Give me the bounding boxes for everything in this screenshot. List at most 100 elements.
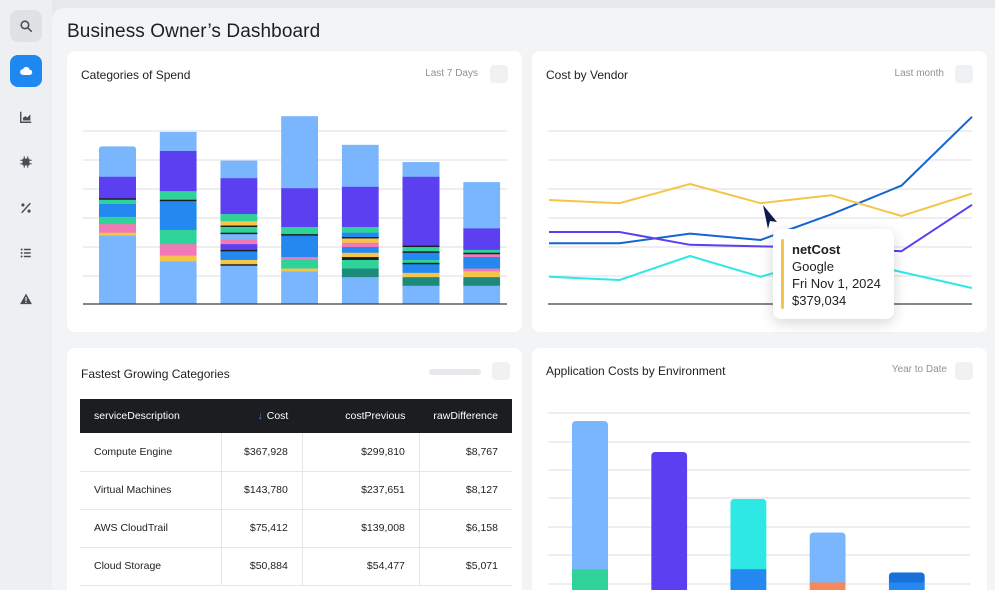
bar-segment xyxy=(159,150,197,192)
table-row[interactable]: Cloud Storage $50,884 $54,477 $5,071 xyxy=(80,547,512,586)
application-costs-chart xyxy=(548,412,970,590)
bar-segment xyxy=(220,160,258,179)
fastest-growing-table: serviceDescription ↓ Cost costPrevious ra… xyxy=(80,399,512,586)
bar-segment xyxy=(730,498,767,570)
bar-column[interactable] xyxy=(341,144,379,305)
bar-column[interactable] xyxy=(281,116,319,305)
bar-segment xyxy=(463,271,501,278)
bar-segment xyxy=(888,572,925,583)
bar-segment xyxy=(159,260,197,305)
sidebar-item-reports[interactable] xyxy=(10,101,42,133)
tooltip-series-color xyxy=(781,239,784,309)
sort-descending-icon: ↓ xyxy=(257,410,263,422)
bar-segment xyxy=(220,259,258,265)
bar-segment xyxy=(809,582,846,590)
bar-segment xyxy=(281,235,319,258)
table-row[interactable]: Virtual Machines $143,780 $237,651 $8,12… xyxy=(80,471,512,510)
bar-segment xyxy=(99,199,136,205)
bar-segment xyxy=(341,144,379,187)
table-row[interactable]: Compute Engine $367,928 $299,810 $8,767 xyxy=(80,433,512,472)
bar-segment xyxy=(463,253,501,258)
bar-segment xyxy=(159,243,197,256)
bar-segment xyxy=(220,177,258,215)
bar-segment xyxy=(341,276,379,305)
cell-service: Virtual Machines xyxy=(80,471,222,510)
card-menu-button[interactable] xyxy=(492,362,510,380)
bar-segment xyxy=(402,176,440,246)
bar-segment xyxy=(341,238,379,243)
bar-segment xyxy=(281,226,319,235)
bar-segment xyxy=(463,249,501,253)
tooltip-value: $379,034 xyxy=(792,293,847,308)
sidebar-item-compute[interactable] xyxy=(10,146,42,178)
bar-segment xyxy=(730,568,767,590)
bar-segment xyxy=(220,226,258,233)
bar-column[interactable] xyxy=(463,182,501,305)
series-line[interactable] xyxy=(548,255,973,289)
bar-segment xyxy=(402,259,440,263)
loading-placeholder xyxy=(429,369,481,375)
column-header-rawdifference[interactable]: rawDifference xyxy=(419,399,512,433)
bar-segment xyxy=(281,271,319,305)
categories-of-spend-card: Categories of Spend Last 7 Days xyxy=(67,51,522,332)
sidebar-item-alerts[interactable] xyxy=(10,283,42,315)
sidebar-item-list[interactable] xyxy=(10,237,42,269)
bar-segment xyxy=(99,235,136,305)
bar-segment xyxy=(220,233,258,240)
bar-segment xyxy=(888,582,925,590)
list-icon xyxy=(20,248,31,258)
cell-cost: $75,412 xyxy=(220,509,303,548)
bar-segment xyxy=(99,146,136,177)
bar-segment xyxy=(463,182,501,229)
bar-segment xyxy=(341,259,379,269)
bar-column[interactable] xyxy=(888,572,925,590)
series-line[interactable] xyxy=(549,116,973,245)
card-title: Fastest Growing Categories xyxy=(81,367,230,381)
cell-cost-previous: $54,477 xyxy=(301,547,420,586)
bar-segment xyxy=(281,116,319,189)
cloud-icon xyxy=(20,66,33,75)
bar-segment xyxy=(402,252,440,260)
sidebar-search-button[interactable] xyxy=(10,10,42,42)
cell-cost: $143,780 xyxy=(220,471,303,510)
bar-segment xyxy=(341,232,379,238)
bar-column[interactable] xyxy=(159,131,197,305)
bar-segment xyxy=(99,223,136,233)
cell-raw-difference: $8,767 xyxy=(418,433,512,472)
cell-raw-difference: $5,071 xyxy=(418,547,512,586)
cell-cost-previous: $299,810 xyxy=(301,433,420,472)
application-costs-card: Application Costs by Environment Year to… xyxy=(532,348,987,590)
page-title: Business Owner’s Dashboard xyxy=(67,21,321,42)
sidebar-item-discounts[interactable] xyxy=(10,192,42,224)
bar-column[interactable] xyxy=(99,146,136,305)
bar-segment xyxy=(341,226,379,233)
cell-cost-previous: $139,008 xyxy=(301,509,420,548)
bar-column[interactable] xyxy=(572,421,608,590)
cell-service: Cloud Storage xyxy=(80,547,222,586)
bar-segment xyxy=(159,229,197,245)
table-row[interactable]: AWS CloudTrail $75,412 $139,008 $6,158 xyxy=(80,509,512,548)
cell-raw-difference: $8,127 xyxy=(418,471,512,510)
bar-column[interactable] xyxy=(730,498,767,590)
bar-column[interactable] xyxy=(220,160,258,305)
chip-icon xyxy=(20,156,32,168)
bar-segment xyxy=(220,243,258,250)
series-line[interactable] xyxy=(549,203,973,253)
column-header-servicedescription[interactable]: serviceDescription xyxy=(80,399,221,433)
bar-segment xyxy=(402,285,440,305)
bar-segment xyxy=(463,228,501,250)
sidebar xyxy=(0,0,52,590)
bar-segment xyxy=(463,276,501,286)
bar-column[interactable] xyxy=(809,532,846,590)
cell-cost: $367,928 xyxy=(220,433,303,472)
sidebar-item-cloud[interactable] xyxy=(10,55,42,87)
column-header-costprevious[interactable]: costPrevious xyxy=(302,399,419,433)
column-header-cost[interactable]: ↓ Cost xyxy=(221,399,302,433)
bar-column[interactable] xyxy=(402,162,440,305)
bar-column[interactable] xyxy=(651,451,688,590)
cost-by-vendor-card: Cost by Vendor Last month xyxy=(532,51,987,332)
cell-service: Compute Engine xyxy=(80,433,222,472)
bar-segment xyxy=(341,268,379,278)
bar-segment xyxy=(159,200,197,230)
bar-segment xyxy=(220,250,258,260)
